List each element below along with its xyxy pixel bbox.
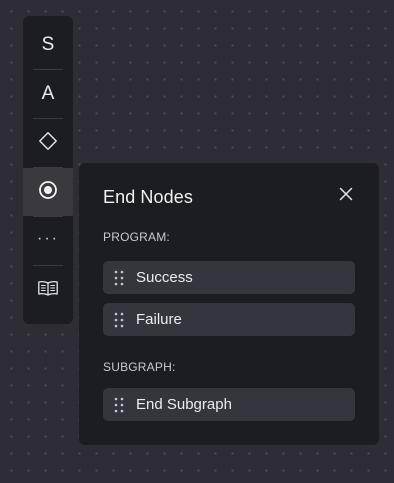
node-toolbar: S A ···	[23, 16, 73, 324]
node-item-label: Success	[136, 269, 193, 286]
more-dots-icon: ···	[37, 230, 59, 247]
close-button[interactable]	[336, 186, 356, 206]
node-item-label: Failure	[136, 311, 182, 328]
section-label-program: PROGRAM:	[103, 230, 170, 244]
drag-handle-icon[interactable]	[113, 270, 125, 286]
action-node-label: A	[41, 83, 55, 104]
end-node-tool[interactable]	[23, 168, 73, 216]
open-book-icon	[37, 279, 59, 302]
node-item-failure[interactable]: Failure	[103, 303, 355, 336]
node-item-end-subgraph[interactable]: End Subgraph	[103, 388, 355, 421]
section-label-subgraph: SUBGRAPH:	[103, 360, 176, 374]
drag-handle-icon[interactable]	[113, 397, 125, 413]
end-nodes-panel: End Nodes PROGRAM: Success Failure SUBGR…	[79, 163, 379, 445]
start-node-tool[interactable]: S	[23, 21, 73, 69]
radio-target-icon	[38, 180, 58, 205]
panel-title: End Nodes	[103, 187, 193, 207]
close-icon	[339, 187, 353, 206]
start-node-label: S	[41, 34, 55, 55]
node-item-success[interactable]: Success	[103, 261, 355, 294]
library-tool[interactable]	[23, 266, 73, 314]
diamond-icon	[38, 131, 58, 156]
action-node-tool[interactable]: A	[23, 70, 73, 118]
more-tools-button[interactable]: ···	[23, 217, 73, 265]
decision-node-tool[interactable]	[23, 119, 73, 167]
drag-handle-icon[interactable]	[113, 312, 125, 328]
node-item-label: End Subgraph	[136, 396, 232, 413]
